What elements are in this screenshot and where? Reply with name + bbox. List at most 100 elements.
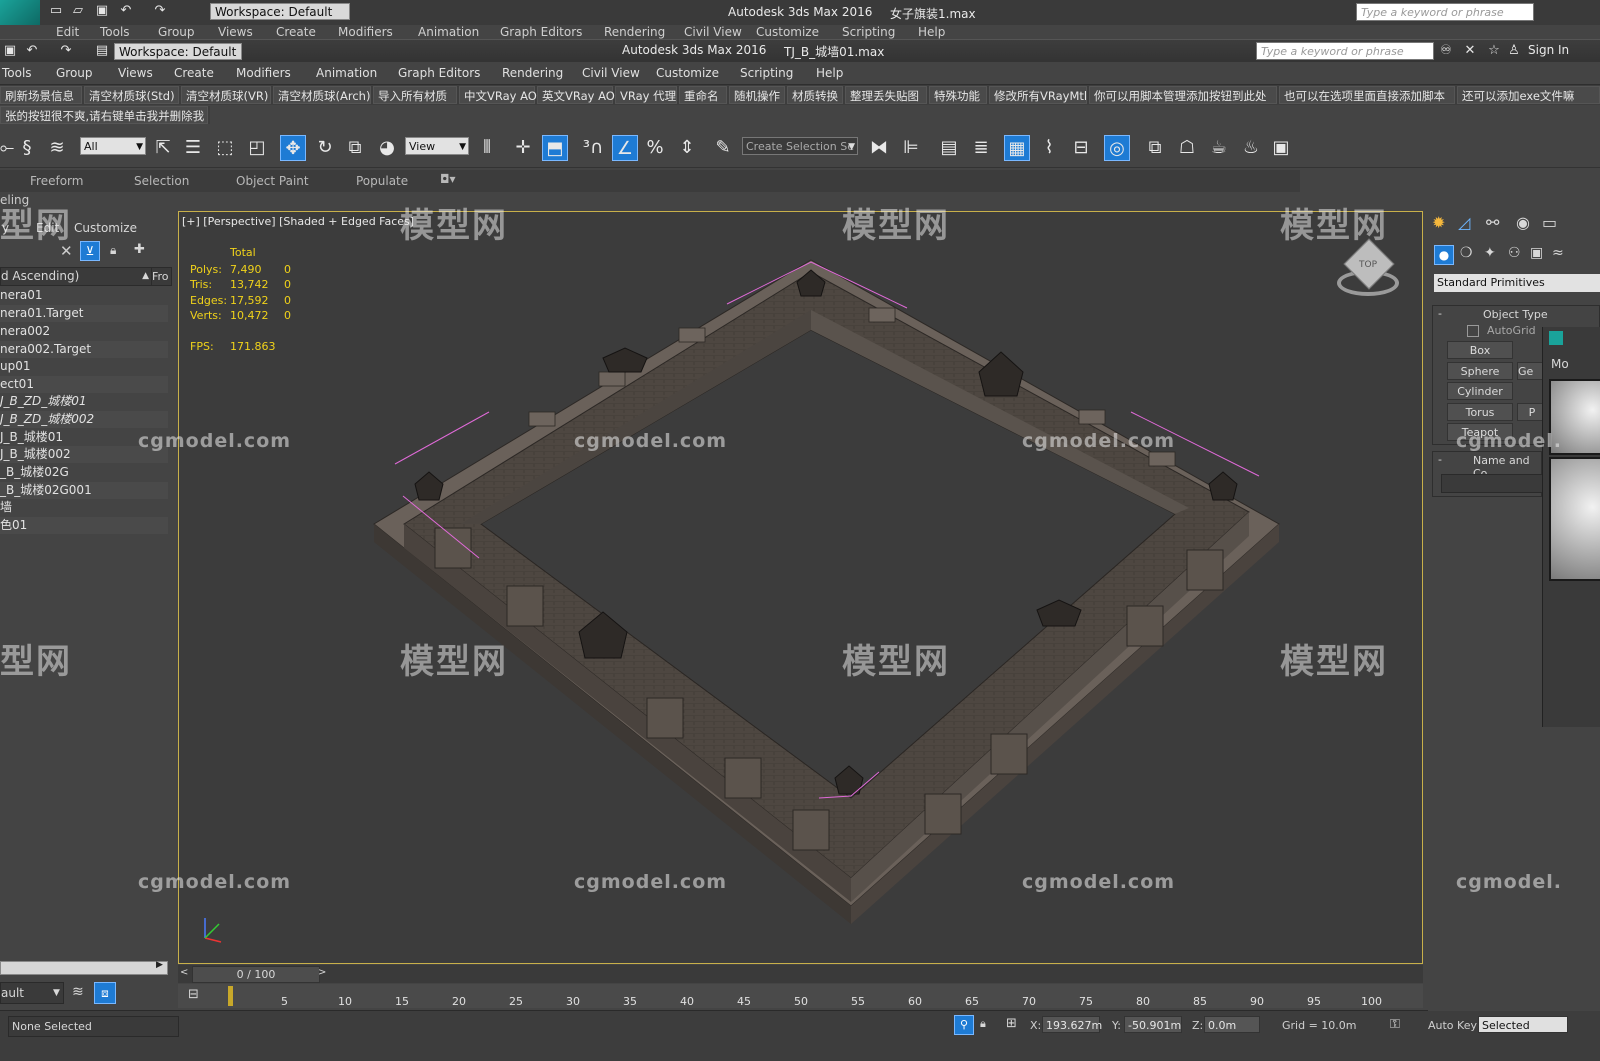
save-icon[interactable]: ▣: [94, 3, 110, 19]
script-note-button[interactable]: 张的按钮很不爽,请右键单击我并删除我: [0, 106, 208, 124]
isolate-selection-icon[interactable]: ⚲: [954, 1015, 974, 1035]
script-button[interactable]: 清空材质球(Std): [84, 86, 179, 104]
mini-curve-editor-icon[interactable]: ⊟: [188, 987, 199, 1002]
layers-icon[interactable]: ≣: [968, 135, 994, 161]
list-item[interactable]: nera01: [0, 287, 168, 304]
teapot-button[interactable]: Teapot: [1447, 423, 1513, 441]
y-coordinate-field[interactable]: -50.901m: [1124, 1016, 1182, 1033]
script-button[interactable]: 刷新场景信息: [0, 86, 82, 104]
helpers-icon[interactable]: ▣: [1530, 245, 1543, 261]
lights-icon[interactable]: ✦: [1484, 245, 1496, 261]
window-crossing-icon[interactable]: ◰: [244, 135, 270, 161]
list-item[interactable]: 色01: [0, 517, 168, 534]
auto-key-button[interactable]: Auto Key: [1428, 1019, 1477, 1032]
ghost-menu-item[interactable]: Edit: [56, 25, 79, 39]
manage-layers-icon[interactable]: ▤: [936, 135, 962, 161]
selection-filter-select[interactable]: All ▼: [80, 137, 146, 155]
script-button[interactable]: 重命名: [679, 86, 727, 104]
percent-snap-icon[interactable]: %: [642, 135, 668, 161]
ghost-menu-item[interactable]: Tools: [100, 25, 130, 39]
undo-icon[interactable]: ↶: [24, 43, 40, 59]
ribbon-tab-freeform[interactable]: Freeform: [30, 174, 83, 188]
curve-editor-icon[interactable]: ⌇: [1036, 135, 1062, 161]
ghost-menu-item[interactable]: Civil View: [684, 25, 742, 39]
script-button[interactable]: 还可以添加exe文件嘛: [1457, 86, 1600, 104]
scale-icon[interactable]: ⧉: [342, 135, 368, 161]
scroll-right-icon[interactable]: ▶: [156, 960, 163, 970]
list-item[interactable]: up01: [0, 358, 168, 375]
script-button[interactable]: 修改所有VRayMtl: [989, 86, 1087, 104]
key-icon[interactable]: ⚿: [1390, 1017, 1400, 1032]
frozen-column-header[interactable]: Fro: [151, 267, 172, 286]
list-item[interactable]: 墙: [0, 499, 168, 516]
time-slider-thumb[interactable]: 0 / 100: [192, 966, 320, 983]
time-slider[interactable]: < 0 / 100 >: [178, 965, 1423, 983]
object-name-input[interactable]: [1441, 474, 1543, 493]
motion-tab-icon[interactable]: ◉: [1516, 213, 1530, 232]
filter-icon[interactable]: ⊻: [80, 241, 100, 261]
close-icon[interactable]: ✕: [60, 242, 73, 260]
list-item[interactable]: nera01.Target: [0, 305, 168, 322]
lock-icon[interactable]: 🔒︎: [110, 243, 116, 258]
display-tab-icon[interactable]: ▭: [1542, 213, 1557, 232]
menu-customize[interactable]: Customize: [656, 66, 719, 80]
script-button[interactable]: VRay 代理: [615, 86, 677, 104]
absolute-mode-icon[interactable]: ⊞: [1006, 1016, 1017, 1031]
city-wall-model[interactable]: [179, 212, 1423, 964]
menu-rendering[interactable]: Rendering: [502, 66, 563, 80]
list-item[interactable]: J_B_ZD_城楼002: [0, 411, 168, 428]
time-next-icon[interactable]: >: [318, 967, 326, 978]
ghost-workspace-select[interactable]: Workspace: Default: [210, 3, 350, 20]
ghost-menu-item[interactable]: Graph Editors: [500, 25, 582, 39]
explorer-sort-header[interactable]: d Ascending) ▲: [0, 267, 152, 286]
ribbon-options-icon[interactable]: ◘▾: [440, 172, 456, 186]
keyboard-shortcut-override-icon[interactable]: ⬒: [542, 135, 568, 161]
ghost-menu-item[interactable]: Create: [276, 25, 316, 39]
time-prev-icon[interactable]: <: [180, 967, 188, 978]
layer-select[interactable]: ault ▼: [0, 982, 64, 1004]
list-item[interactable]: J_B_城楼01: [0, 429, 168, 446]
new-file-icon[interactable]: ▭: [48, 3, 64, 19]
collapse-icon[interactable]: -: [1438, 453, 1442, 466]
script-button[interactable]: 中文VRay AO: [459, 86, 537, 104]
rollout-title[interactable]: Object Type: [1483, 308, 1548, 321]
ribbon-tab-selection[interactable]: Selection: [134, 174, 189, 188]
menu-tools[interactable]: Tools: [2, 66, 32, 80]
menu-civil-view[interactable]: Civil View: [582, 66, 640, 80]
subscription-icon[interactable]: ✕: [1462, 43, 1478, 59]
menu-scripting[interactable]: Scripting: [740, 66, 793, 80]
ghost-menu-item[interactable]: Animation: [418, 25, 479, 39]
spinner-snap-icon[interactable]: ⇕: [674, 135, 700, 161]
lock-icon[interactable]: 🔒︎: [980, 1017, 986, 1031]
render-icon[interactable]: ☕: [1206, 135, 1232, 161]
list-item[interactable]: _B_城楼02G001: [0, 482, 168, 499]
menu-group[interactable]: Group: [56, 66, 93, 80]
project-folder-icon[interactable]: ▤: [94, 43, 110, 59]
favorite-icon[interactable]: ☆: [1486, 43, 1502, 59]
explorer-tab[interactable]: y: [2, 221, 9, 235]
material-editor-icon[interactable]: ◎: [1104, 135, 1130, 161]
snap-icon[interactable]: ³∩: [580, 135, 606, 161]
layer-explorer-icon[interactable]: ≋: [72, 984, 84, 1000]
open-icon[interactable]: ▱: [70, 3, 86, 19]
create-tab-icon[interactable]: ✹: [1432, 213, 1445, 232]
mirror-icon[interactable]: ⧓: [866, 135, 892, 161]
script-button[interactable]: 你可以用脚本管理添加按钮到此处: [1089, 86, 1277, 104]
sphere-button[interactable]: Sphere: [1447, 362, 1513, 380]
scene-explorer-toggle-icon[interactable]: ▦: [1004, 135, 1030, 161]
explorer-tab[interactable]: Customize: [74, 221, 137, 235]
ghost-menu-item[interactable]: Views: [218, 25, 253, 39]
menu-modifiers[interactable]: Modifiers: [236, 66, 291, 80]
script-button[interactable]: 特殊功能: [929, 86, 987, 104]
explorer-hscrollbar[interactable]: [0, 961, 168, 975]
move-icon[interactable]: ✥: [280, 135, 306, 161]
explorer-tab[interactable]: Edit: [36, 221, 59, 235]
ghost-menu-item[interactable]: Rendering: [604, 25, 665, 39]
script-button[interactable]: 清空材质球(Arch): [273, 86, 371, 104]
ghost-search-input[interactable]: Type a keyword or phrase: [1356, 3, 1534, 21]
menu-animation[interactable]: Animation: [316, 66, 377, 80]
rotate-icon[interactable]: ↻: [312, 135, 338, 161]
select-manipulate-icon[interactable]: ✛: [510, 135, 536, 161]
space-warps-icon[interactable]: ≈: [1552, 245, 1564, 261]
box-button[interactable]: Box: [1447, 341, 1513, 359]
